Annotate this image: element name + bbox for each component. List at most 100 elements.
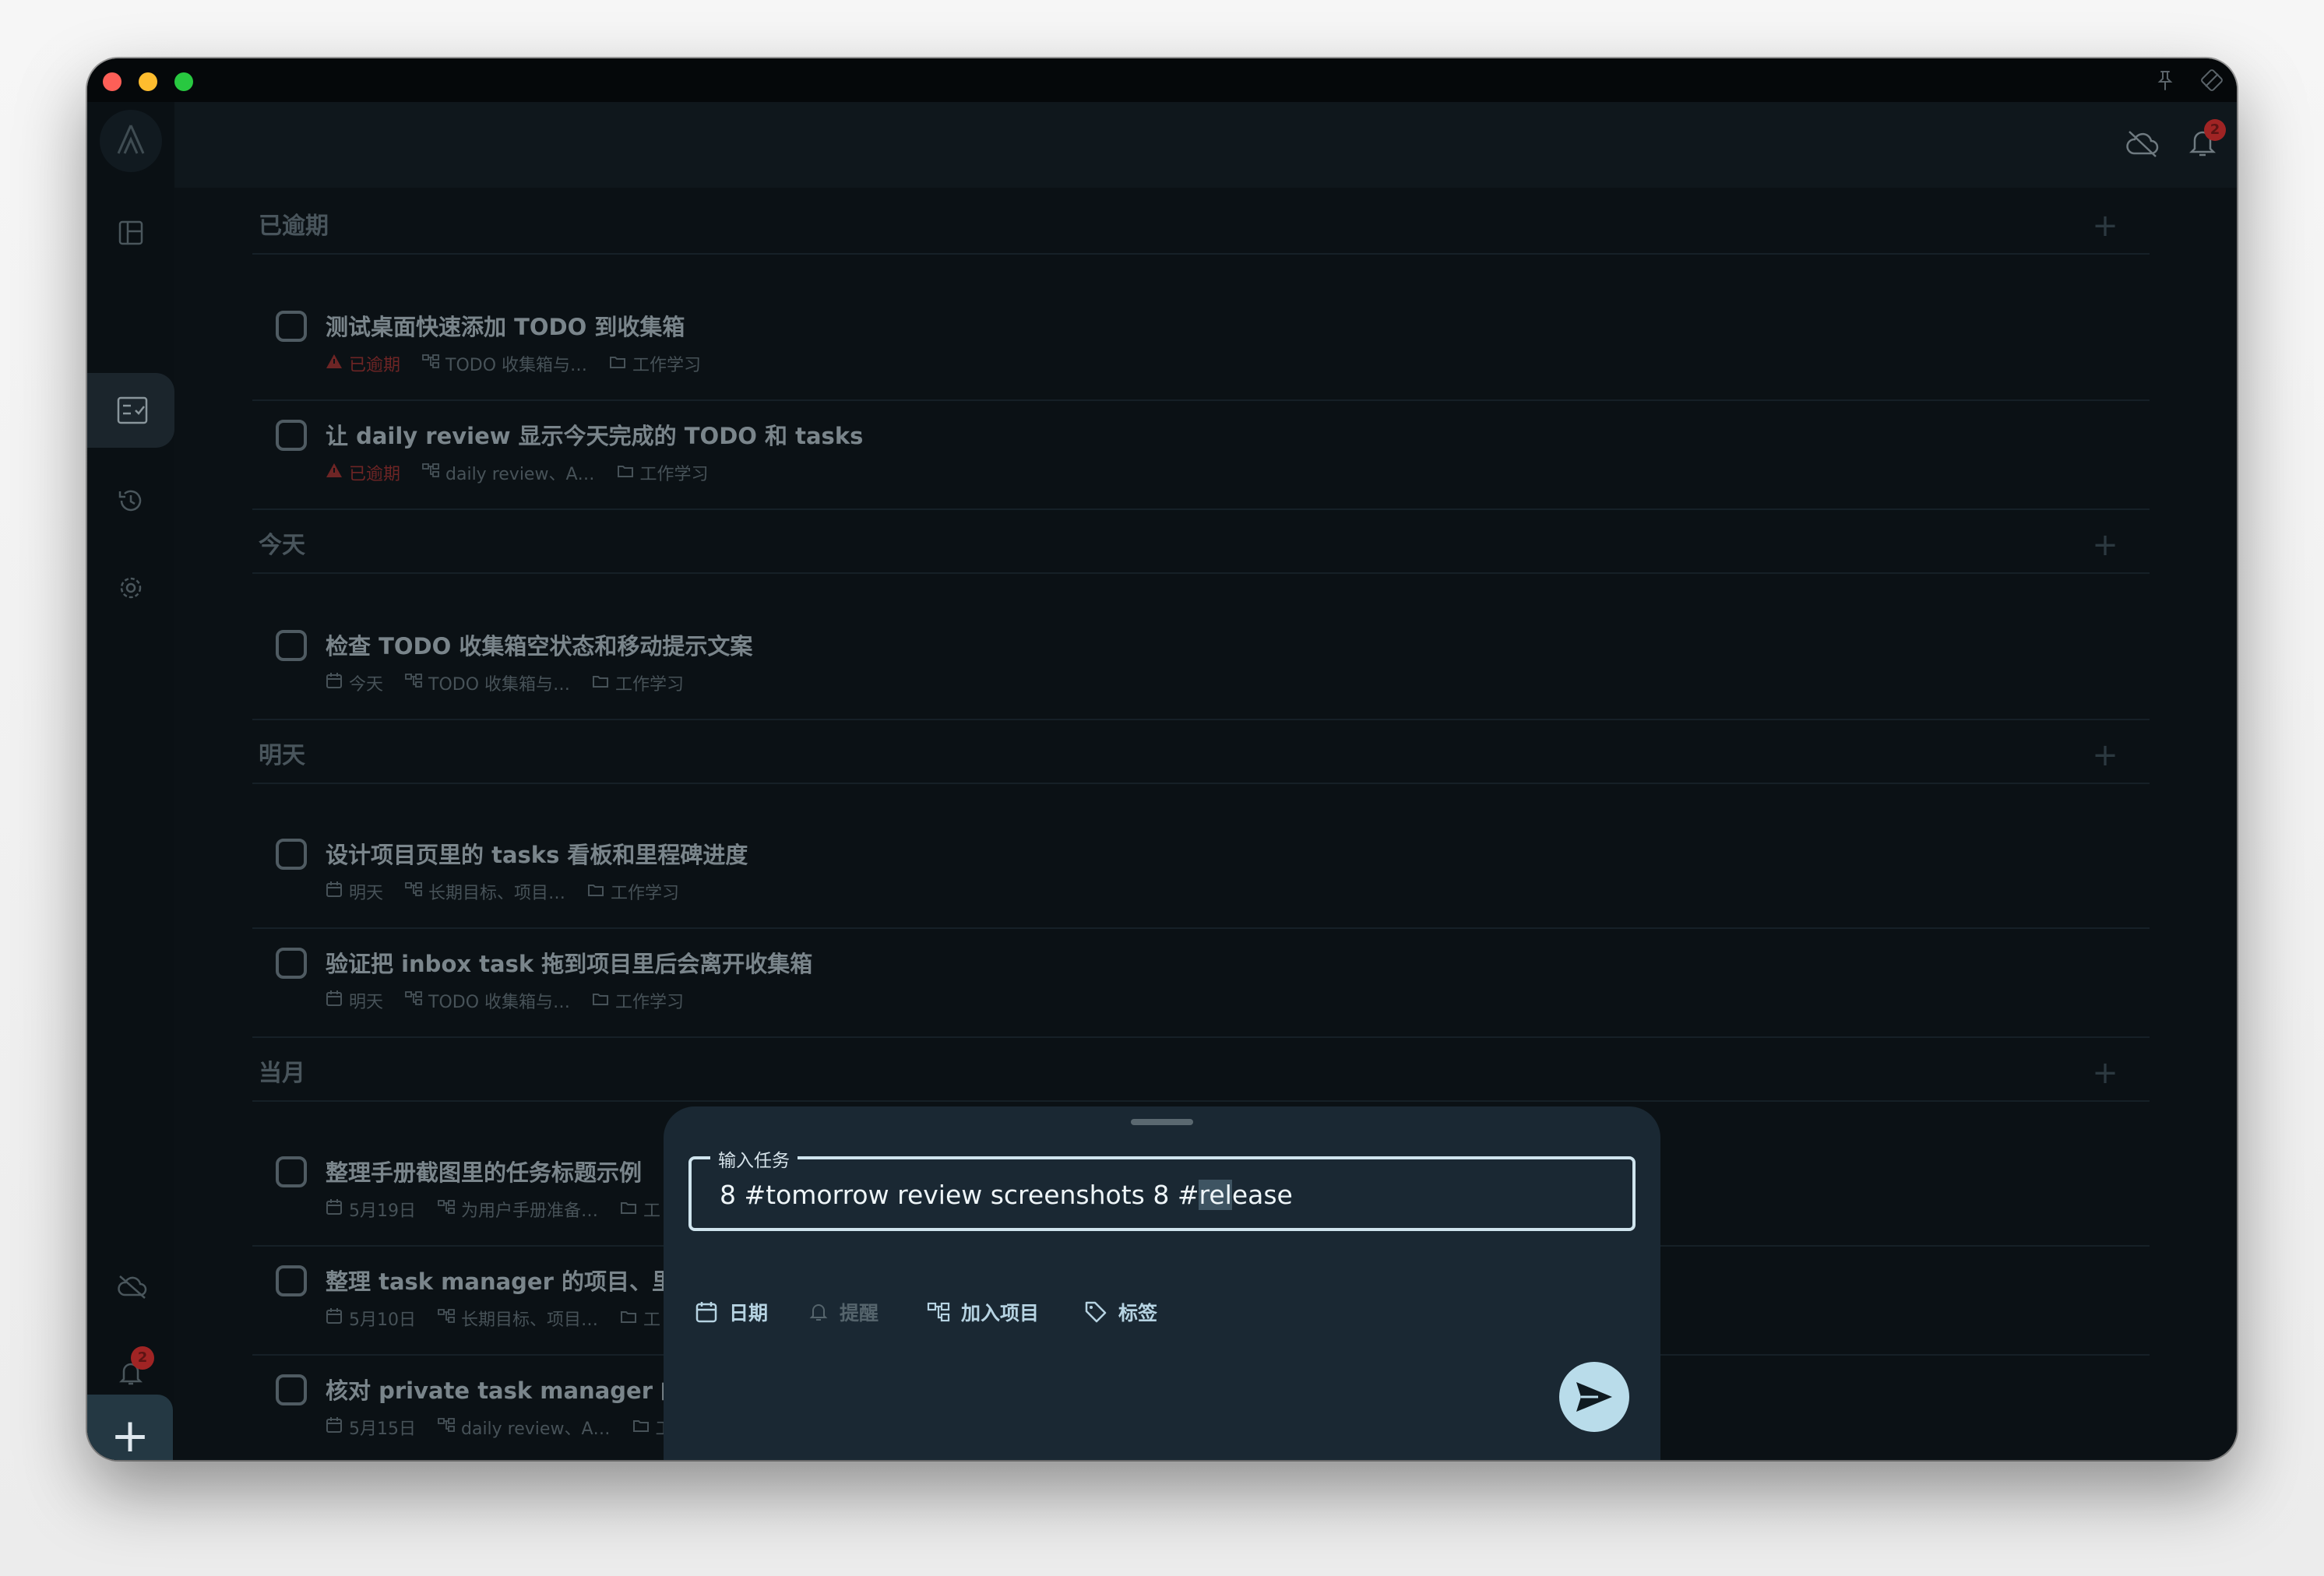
task-title: 检查 TODO 收集箱空状态和移动提示文案 [326, 633, 753, 660]
task-row[interactable]: 验证把 inbox task 拖到项目里后会离开收集箱 明天 TODO 收集箱与… 工… [252, 929, 2150, 1038]
task-row[interactable]: 测试桌面快速添加 TODO 到收集箱 已逾期 TODO 收集箱与… 工作学习 [252, 292, 2150, 401]
sync-off-button[interactable] [87, 1250, 174, 1324]
task-tag: 工作学习 [587, 879, 679, 904]
project-tree-icon [422, 353, 445, 375]
folder-icon [632, 1416, 656, 1438]
section-header-this-month: 当月 + [252, 1046, 2150, 1102]
task-meta: 5月15日daily review、A…工 [326, 1415, 695, 1439]
task-tag: 工 [620, 1197, 660, 1222]
project-chip[interactable]: 加入项目 [927, 1296, 1039, 1328]
task-title: 测试桌面快速添加 TODO 到收集箱 [326, 314, 685, 340]
project-tree-icon [422, 462, 445, 484]
nav-settings[interactable] [87, 551, 174, 625]
task-input-value[interactable]: 8 #tomorrow review screenshots 8 #releas… [720, 1180, 1293, 1210]
section-header-tomorrow: 明天 + [252, 728, 2150, 784]
task-title: 设计项目页里的 tasks 看板和里程碑进度 [326, 842, 748, 868]
folder-icon [620, 1307, 643, 1329]
send-button[interactable] [1559, 1362, 1629, 1432]
section-add-button[interactable]: + [2086, 736, 2125, 775]
folder-icon [587, 881, 611, 902]
task-checkbox[interactable] [276, 420, 307, 451]
top-header: 2 [174, 102, 2237, 188]
project-tree-icon [405, 881, 428, 902]
task-project: TODO 收集箱与… [405, 670, 570, 695]
minimize-window-button[interactable] [139, 72, 157, 91]
nav-tasks[interactable] [87, 373, 174, 448]
notification-badge: 2 [2204, 119, 2226, 141]
date-chip[interactable]: 日期 [695, 1296, 768, 1328]
section-title: 明天 [259, 742, 305, 769]
task-date: 5月19日 [326, 1197, 416, 1222]
task-checkbox[interactable] [276, 1156, 307, 1187]
task-date: 已逾期 [326, 460, 400, 485]
task-checkbox[interactable] [276, 630, 307, 661]
calendar-icon [326, 672, 349, 694]
task-checkbox[interactable] [276, 1374, 307, 1405]
task-date: 5月10日 [326, 1306, 416, 1331]
folder-icon [609, 353, 632, 375]
calendar-icon [326, 990, 349, 1011]
section-add-button[interactable]: + [2086, 1054, 2125, 1092]
task-title: 让 daily review 显示今天完成的 TODO 和 tasks [326, 423, 864, 449]
task-tag: 工作学习 [592, 670, 684, 695]
task-input-label: 输入任务 [710, 1145, 798, 1172]
zoom-window-button[interactable] [174, 72, 193, 91]
window-mode-icon[interactable] [2198, 66, 2226, 94]
project-tree-icon [438, 1307, 461, 1329]
task-project: 为用户手册准备… [438, 1197, 598, 1222]
tag-chip[interactable]: 标签 [1084, 1296, 1157, 1328]
project-tree-icon [927, 1302, 950, 1322]
project-tree-icon [405, 990, 428, 1011]
cloud-off-icon[interactable] [2125, 128, 2160, 160]
task-checkbox[interactable] [276, 948, 307, 979]
task-date: 今天 [326, 670, 383, 695]
header-notifications-button[interactable]: 2 [2187, 119, 2226, 160]
nav-history[interactable] [87, 463, 174, 538]
section-add-button[interactable]: + [2086, 526, 2125, 565]
calendar-icon [326, 1307, 349, 1329]
section-header-today: 今天 + [252, 518, 2150, 574]
folder-icon [620, 1198, 643, 1220]
nav-dashboard[interactable] [87, 195, 174, 270]
task-row[interactable]: 设计项目页里的 tasks 看板和里程碑进度 明天 长期目标、项目… 工作学习 [252, 820, 2150, 929]
gear-icon [120, 577, 142, 599]
task-row[interactable]: 让 daily review 显示今天完成的 TODO 和 tasks 已逾期 da… [252, 401, 2150, 510]
task-tag: 工 [620, 1306, 660, 1331]
pin-icon[interactable] [2151, 66, 2179, 94]
task-project: 长期目标、项目… [438, 1306, 598, 1331]
add-task-button[interactable]: + [87, 1395, 173, 1460]
close-window-button[interactable] [103, 72, 121, 91]
sheet-drag-handle[interactable] [1131, 1119, 1193, 1125]
send-icon [1576, 1382, 1612, 1412]
folder-icon [617, 462, 640, 484]
calendar-icon [326, 1198, 349, 1220]
task-checkbox[interactable] [276, 839, 307, 870]
task-row[interactable]: 检查 TODO 收集箱空状态和移动提示文案 今天 TODO 收集箱与… 工作学习 [252, 611, 2150, 720]
quick-add-sheet: 输入任务 8 #tomorrow review screenshots 8 #r… [664, 1106, 1660, 1460]
task-meta: 5月10日 长期目标、项目… 工 [326, 1306, 682, 1331]
app-logo [100, 110, 162, 172]
task-checkbox[interactable] [276, 1265, 307, 1296]
project-tree-icon [438, 1198, 461, 1220]
reminder-chip[interactable]: 提醒 [808, 1296, 879, 1328]
task-date: 已逾期 [326, 351, 400, 376]
section-add-button[interactable]: + [2086, 206, 2125, 245]
warning-icon [326, 462, 349, 484]
task-project: TODO 收集箱与… [422, 351, 587, 376]
task-meta: 明天 长期目标、项目… 工作学习 [326, 879, 701, 904]
calendar-icon [695, 1302, 717, 1323]
task-list-icon [117, 396, 148, 424]
section-title: 已逾期 [259, 213, 329, 240]
plus-icon: + [110, 1409, 150, 1460]
folder-icon [592, 990, 615, 1011]
task-checkbox[interactable] [276, 311, 307, 342]
history-icon [118, 490, 142, 512]
task-tag: 工作学习 [592, 988, 684, 1013]
section-title: 当月 [259, 1060, 305, 1087]
task-project: TODO 收集箱与… [405, 988, 570, 1013]
project-tree-icon [438, 1416, 461, 1438]
folder-icon [592, 672, 615, 694]
task-input-field[interactable]: 输入任务 8 #tomorrow review screenshots 8 #r… [688, 1145, 1636, 1231]
section-header-overdue: 已逾期 + [252, 199, 2150, 255]
tag-icon [1085, 1301, 1107, 1323]
